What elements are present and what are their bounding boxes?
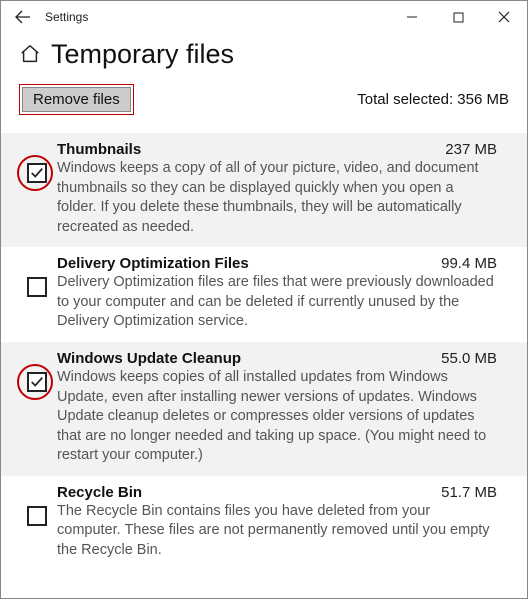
close-icon: [498, 11, 510, 23]
item-text: Recycle Bin 51.7 MBThe Recycle Bin contai…: [57, 484, 497, 561]
item-description: The Recycle Bin contains files you have …: [57, 501, 497, 561]
item-title: Delivery Optimization Files: [57, 255, 249, 272]
back-arrow-icon: [15, 9, 31, 25]
item-size: 99.4 MB: [441, 255, 497, 272]
checkbox[interactable]: [27, 277, 47, 297]
item-description: Delivery Optimization files are files th…: [57, 272, 497, 332]
minimize-button[interactable]: [389, 2, 435, 32]
window-title: Settings: [37, 10, 88, 24]
item-title: Windows Update Cleanup: [57, 350, 241, 367]
list-item[interactable]: Thumbnails 237 MBWindows keeps a copy of …: [1, 133, 527, 247]
file-category-list: Thumbnails 237 MBWindows keeps a copy of …: [1, 133, 527, 570]
checkbox-column: [17, 255, 57, 332]
item-text: Delivery Optimization Files 99.4 MBDelive…: [57, 255, 497, 332]
maximize-icon: [453, 12, 464, 23]
checkbox[interactable]: [27, 506, 47, 526]
checkbox-column: [17, 141, 57, 237]
close-button[interactable]: [481, 2, 527, 32]
remove-files-button[interactable]: Remove files: [22, 87, 131, 112]
item-size: 55.0 MB: [441, 350, 497, 367]
checkbox[interactable]: [27, 372, 47, 392]
total-selected-label: Total selected: 356 MB: [357, 91, 509, 108]
list-item[interactable]: Windows Update Cleanup 55.0 MBWindows kee…: [1, 342, 527, 476]
item-text: Thumbnails 237 MBWindows keeps a copy of …: [57, 141, 497, 237]
item-title: Thumbnails: [57, 141, 141, 158]
item-size: 237 MB: [445, 141, 497, 158]
item-size: 51.7 MB: [441, 484, 497, 501]
page-header: Temporary files: [1, 33, 527, 78]
title-bar: Settings: [1, 1, 527, 33]
remove-button-highlight: Remove files: [19, 84, 134, 115]
checkbox-column: [17, 484, 57, 561]
home-icon[interactable]: [19, 43, 41, 70]
checkbox[interactable]: [27, 163, 47, 183]
checkbox-column: [17, 350, 57, 466]
list-item[interactable]: Delivery Optimization Files 99.4 MBDelive…: [1, 247, 527, 342]
item-title: Recycle Bin: [57, 484, 142, 501]
item-description: Windows keeps copies of all installed up…: [57, 367, 497, 466]
action-row: Remove files Total selected: 356 MB: [1, 78, 527, 133]
list-item[interactable]: Recycle Bin 51.7 MBThe Recycle Bin contai…: [1, 476, 527, 571]
item-description: Windows keeps a copy of all of your pict…: [57, 158, 497, 237]
minimize-icon: [406, 11, 418, 23]
back-button[interactable]: [9, 3, 37, 31]
page-title: Temporary files: [51, 39, 234, 70]
maximize-button[interactable]: [435, 2, 481, 32]
item-text: Windows Update Cleanup 55.0 MBWindows kee…: [57, 350, 497, 466]
